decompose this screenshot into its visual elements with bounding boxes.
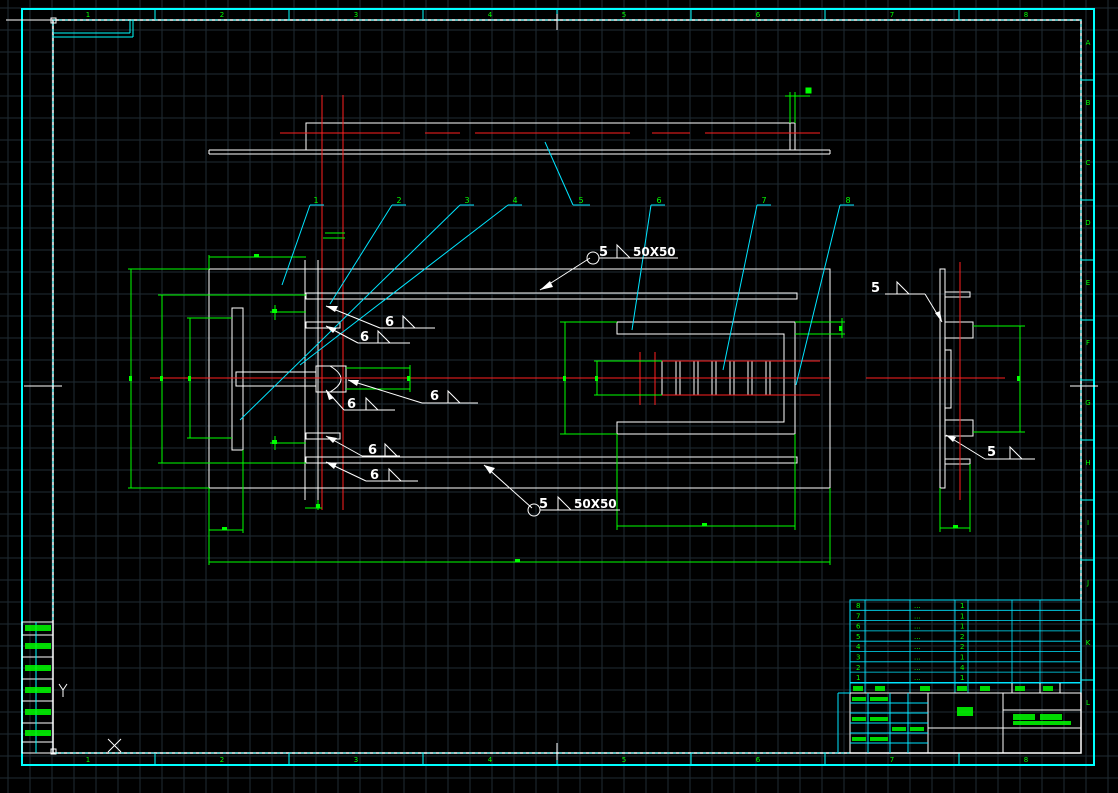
zone-label: 3 [354,11,358,19]
zone-label: 7 [890,756,894,764]
bom-item-number: 4 [856,643,861,651]
bom-item-qty: 1 [960,654,964,662]
main-plan-view[interactable] [208,260,831,500]
zone-label: 1 [86,756,90,764]
bom-item-qty: 1 [960,674,964,682]
zone-label: 5 [622,11,626,19]
zone-label: H [1085,459,1090,467]
bom-item-number: 1 [856,674,860,682]
bom-item-name: ... [914,633,921,641]
zone-label: A [1086,39,1091,47]
zone-label: F [1086,339,1090,347]
bom-item-qty: 2 [960,643,964,651]
balloon-3: 3 [464,196,469,205]
zone-label: 6 [756,756,761,764]
cad-drawing-canvas[interactable]: 1 2 3 4 5 6 7 8 1 2 3 4 5 6 7 8 A B C D … [0,0,1118,793]
bom-item-name: ... [914,612,921,620]
weld-six: 6 [385,315,394,330]
weld-six: 6 [370,468,379,483]
weld-six: 6 [360,330,369,345]
bom-item-name: ... [914,664,921,672]
side-view-dims [939,325,1025,532]
zone-label: 6 [756,11,761,19]
zone-label: 5 [622,756,626,764]
balloon-labels: 1 2 3 4 5 6 7 8 [313,196,850,205]
background-grid [0,0,1118,793]
zone-label: 3 [354,756,358,764]
weld-six: 6 [430,389,439,404]
side-view-centerlines [866,262,1005,500]
zone-label: 7 [890,11,894,19]
balloon-2: 2 [396,196,401,205]
bom-item-number: 2 [856,664,860,672]
bom-item-name: ... [914,643,921,651]
weld-top-leg: 5 [599,245,608,260]
balloon-7: 7 [761,196,766,205]
zone-label: K [1086,639,1091,647]
zone-label: 4 [488,11,493,19]
left-strip-marks [25,625,51,736]
weld-bottom-size: 50X50 [574,497,617,511]
zone-label: J [1086,579,1089,587]
bom-item-name: ... [914,602,921,610]
balloon-5: 5 [578,196,583,205]
zone-label: 8 [1024,756,1028,764]
zone-label: L [1086,699,1090,707]
weld-five: 5 [871,281,880,296]
zone-label: B [1086,99,1091,107]
zone-label: 8 [1024,11,1028,19]
ucs-x-cross-icon [107,738,122,753]
zone-label: 2 [220,11,224,19]
weld-top-size: 50X50 [633,245,676,259]
zone-label: D [1085,219,1090,227]
zone-label: E [1086,279,1090,287]
bom-item-name: ... [914,654,921,662]
bom-item-qty: 1 [960,623,964,631]
bom-item-name: ... [914,623,921,631]
bom-item-qty: 1 [960,612,964,620]
balloon-8: 8 [845,196,850,205]
zone-label: 4 [488,756,493,764]
bom-item-number: 7 [856,612,860,620]
dimension-lines [128,232,845,565]
bom-item-name: ... [914,674,921,682]
dimension-marks [129,254,842,562]
zone-label: C [1086,159,1091,167]
weld-six: 6 [347,397,356,412]
weld-five: 5 [987,445,996,460]
weld-six: 6 [368,443,377,458]
balloon-6: 6 [656,196,661,205]
bom-item-qty: 4 [960,664,965,672]
zone-label: G [1085,399,1090,407]
bom-item-number: 8 [856,602,860,610]
zone-label: 2 [220,756,224,764]
bom-item-number: 3 [856,654,860,662]
balloon-4: 4 [512,196,517,205]
balloon-1: 1 [313,196,318,205]
zone-label: 1 [86,11,90,19]
bom-item-number: 5 [856,633,860,641]
bom-item-qty: 1 [960,602,964,610]
weld-bottom-leg: 5 [539,497,548,512]
bom-item-number: 6 [856,623,861,631]
zone-label: I [1087,519,1089,527]
bom-item-qty: 2 [960,633,964,641]
